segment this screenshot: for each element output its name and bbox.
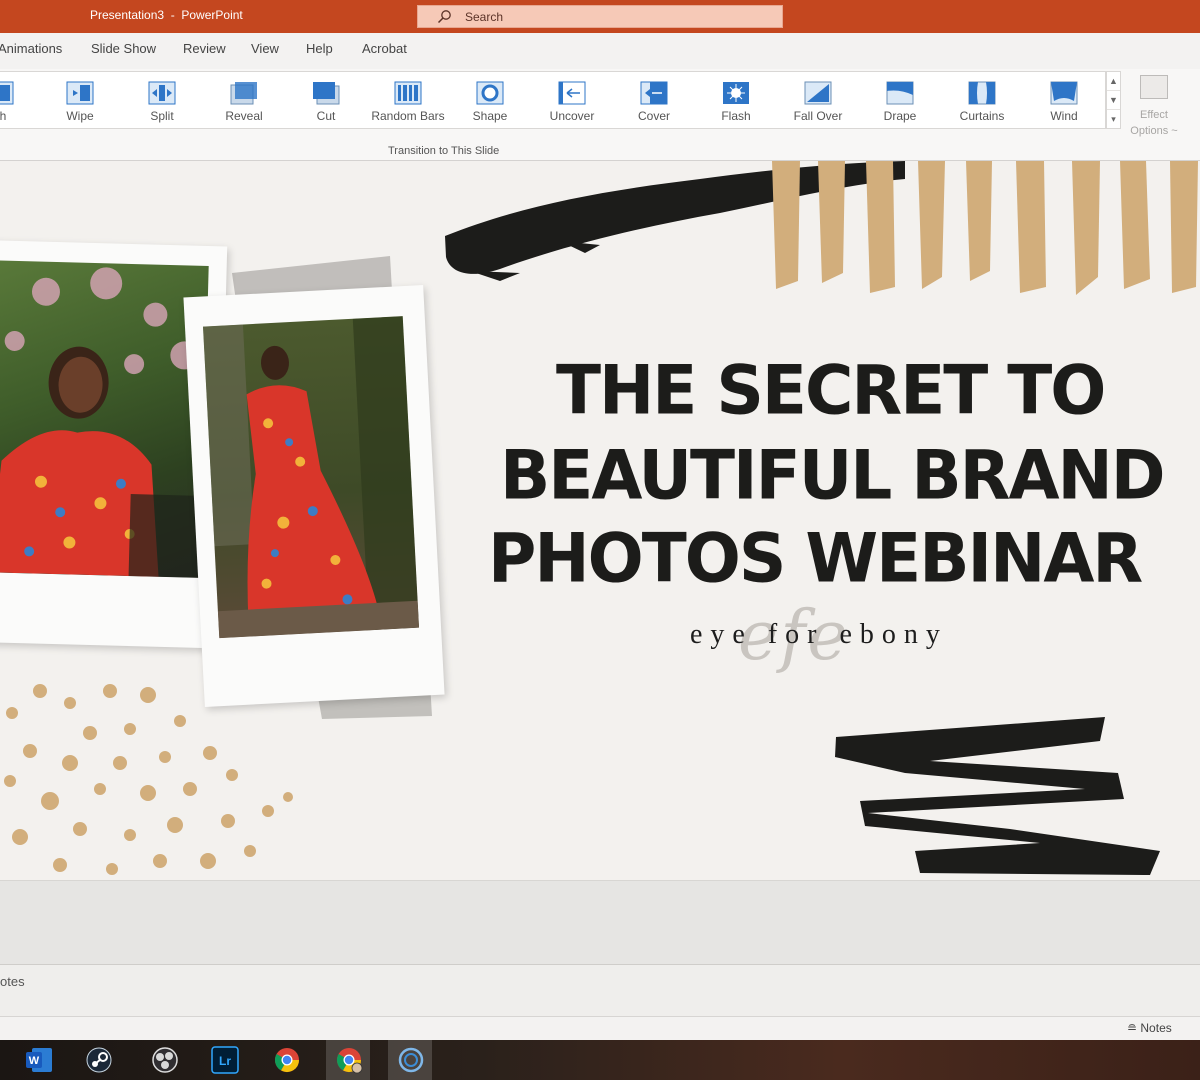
taskbar-cortana[interactable] [388, 1040, 432, 1080]
transition-random-bars[interactable]: Random Bars [368, 72, 448, 128]
brand-name: eye for ebony [690, 619, 948, 650]
taskbar-steam[interactable] [76, 1040, 120, 1080]
transition-label: Wind [1050, 109, 1078, 123]
powerpoint-window: Presentation3 - PowerPoint Search Animat… [0, 0, 1200, 1080]
editor-workspace [0, 880, 1200, 964]
effect-options-label: Effect Options ~ [1124, 107, 1184, 139]
wind-icon [1050, 81, 1078, 105]
gallery-scroll: ▲ ▼ ▾ [1106, 71, 1121, 129]
transition-shape[interactable]: Shape [450, 72, 530, 128]
ribbon-tabs: Animations Slide Show Review View Help A… [0, 33, 1200, 69]
transition-reveal[interactable]: Reveal [204, 72, 284, 128]
cover-icon [640, 81, 668, 105]
random-bars-icon [394, 81, 422, 105]
taskbar-lightroom[interactable]: Lr [202, 1040, 246, 1080]
obs-icon [152, 1047, 178, 1073]
split-icon [148, 81, 176, 105]
wipe-icon [66, 81, 94, 105]
tab-help[interactable]: Help [306, 41, 333, 56]
uncover-icon [558, 81, 586, 105]
gold-dots [4, 684, 293, 875]
slide-title-line-1: THE SECRET TO [556, 351, 1106, 430]
cut-icon [313, 82, 340, 105]
transition-wind[interactable]: Wind [1024, 72, 1104, 128]
transition-drape[interactable]: Drape [860, 72, 940, 128]
notes-placeholder: otes [0, 974, 25, 989]
flash-icon [723, 82, 749, 104]
effect-options-line2: Options ~ [1130, 125, 1178, 137]
curtains-icon [968, 81, 996, 105]
windows-taskbar: W Lr [0, 1040, 1200, 1080]
reveal-icon [230, 82, 257, 105]
slide-title-line-3: PHOTOS WEBINAR [488, 519, 1143, 598]
transition-fall-over[interactable]: Fall Over [778, 72, 858, 128]
polaroid-photo-2[interactable] [183, 285, 445, 707]
window-title: Presentation3 - PowerPoint [90, 8, 243, 22]
ribbon-group-label: Transition to This Slide [388, 145, 500, 157]
transition-uncover[interactable]: Uncover [532, 72, 612, 128]
photo-woman-smiling [0, 260, 209, 578]
effect-options-line1: Effect [1140, 109, 1168, 121]
status-bar: ≘ Notes [0, 1016, 1200, 1040]
transition-curtains[interactable]: Curtains [942, 72, 1022, 128]
gallery-more-button[interactable]: ▾ [1107, 110, 1120, 129]
transition-gallery: sh Wipe Split Reveal Cut Random Bars [0, 71, 1106, 129]
effect-options-button[interactable]: Effect Options ~ [1124, 73, 1184, 143]
taskbar-word[interactable]: W [16, 1040, 60, 1080]
tab-slide-show[interactable]: Slide Show [91, 41, 156, 56]
drape-icon [886, 81, 914, 105]
tab-animations[interactable]: Animations [0, 41, 62, 56]
search-box[interactable]: Search [417, 5, 783, 28]
transition-cut[interactable]: Cut [286, 72, 366, 128]
transition-split[interactable]: Split [122, 72, 202, 128]
transition-wipe[interactable]: Wipe [40, 72, 120, 128]
tab-review[interactable]: Review [183, 41, 226, 56]
word-icon: W [26, 1048, 52, 1072]
brand-logo: efe eye for ebony [680, 597, 980, 687]
effect-options-icon [1140, 75, 1168, 99]
title-bar: Presentation3 - PowerPoint Search [0, 0, 1200, 33]
chrome-icon [274, 1048, 299, 1073]
slide-title-line-2: BEAUTIFUL BRAND [500, 436, 1166, 515]
search-placeholder: Search [465, 10, 504, 24]
lightroom-icon: Lr [211, 1046, 239, 1074]
word-icon-letter: W [29, 1055, 40, 1067]
notes-toggle-button[interactable]: ≘ Notes [1127, 1021, 1172, 1035]
search-icon [437, 10, 451, 24]
shape-icon [476, 81, 504, 105]
chrome-profile-icon [336, 1048, 363, 1074]
tab-acrobat[interactable]: Acrobat [362, 41, 407, 56]
taskbar-chrome-profile[interactable] [326, 1040, 370, 1080]
taskbar-obs[interactable] [142, 1040, 186, 1080]
gold-brush-strokes [772, 161, 1198, 295]
transition-flash[interactable]: Flash [696, 72, 776, 128]
slide-canvas[interactable]: THE SECRET TO BEAUTIFUL BRAND PHOTOS WEB… [0, 161, 1200, 880]
gallery-down-button[interactable]: ▼ [1107, 91, 1120, 110]
notes-pane[interactable]: otes [0, 964, 1200, 1016]
photo-woman-in-dress [202, 316, 420, 639]
tab-view[interactable]: View [251, 41, 279, 56]
steam-icon [86, 1047, 112, 1073]
flash-transition-icon [0, 81, 14, 105]
gallery-up-button[interactable]: ▲ [1107, 72, 1120, 91]
transition-cover[interactable]: Cover [614, 72, 694, 128]
black-zigzag-stroke [835, 717, 1160, 875]
cortana-icon [398, 1047, 424, 1073]
ribbon: sh Wipe Split Reveal Cut Random Bars [0, 69, 1200, 161]
lightroom-icon-letters: Lr [219, 1054, 231, 1068]
notes-button-label: Notes [1140, 1021, 1172, 1035]
taskbar-chrome[interactable] [264, 1040, 308, 1080]
fall-over-icon [804, 81, 832, 105]
